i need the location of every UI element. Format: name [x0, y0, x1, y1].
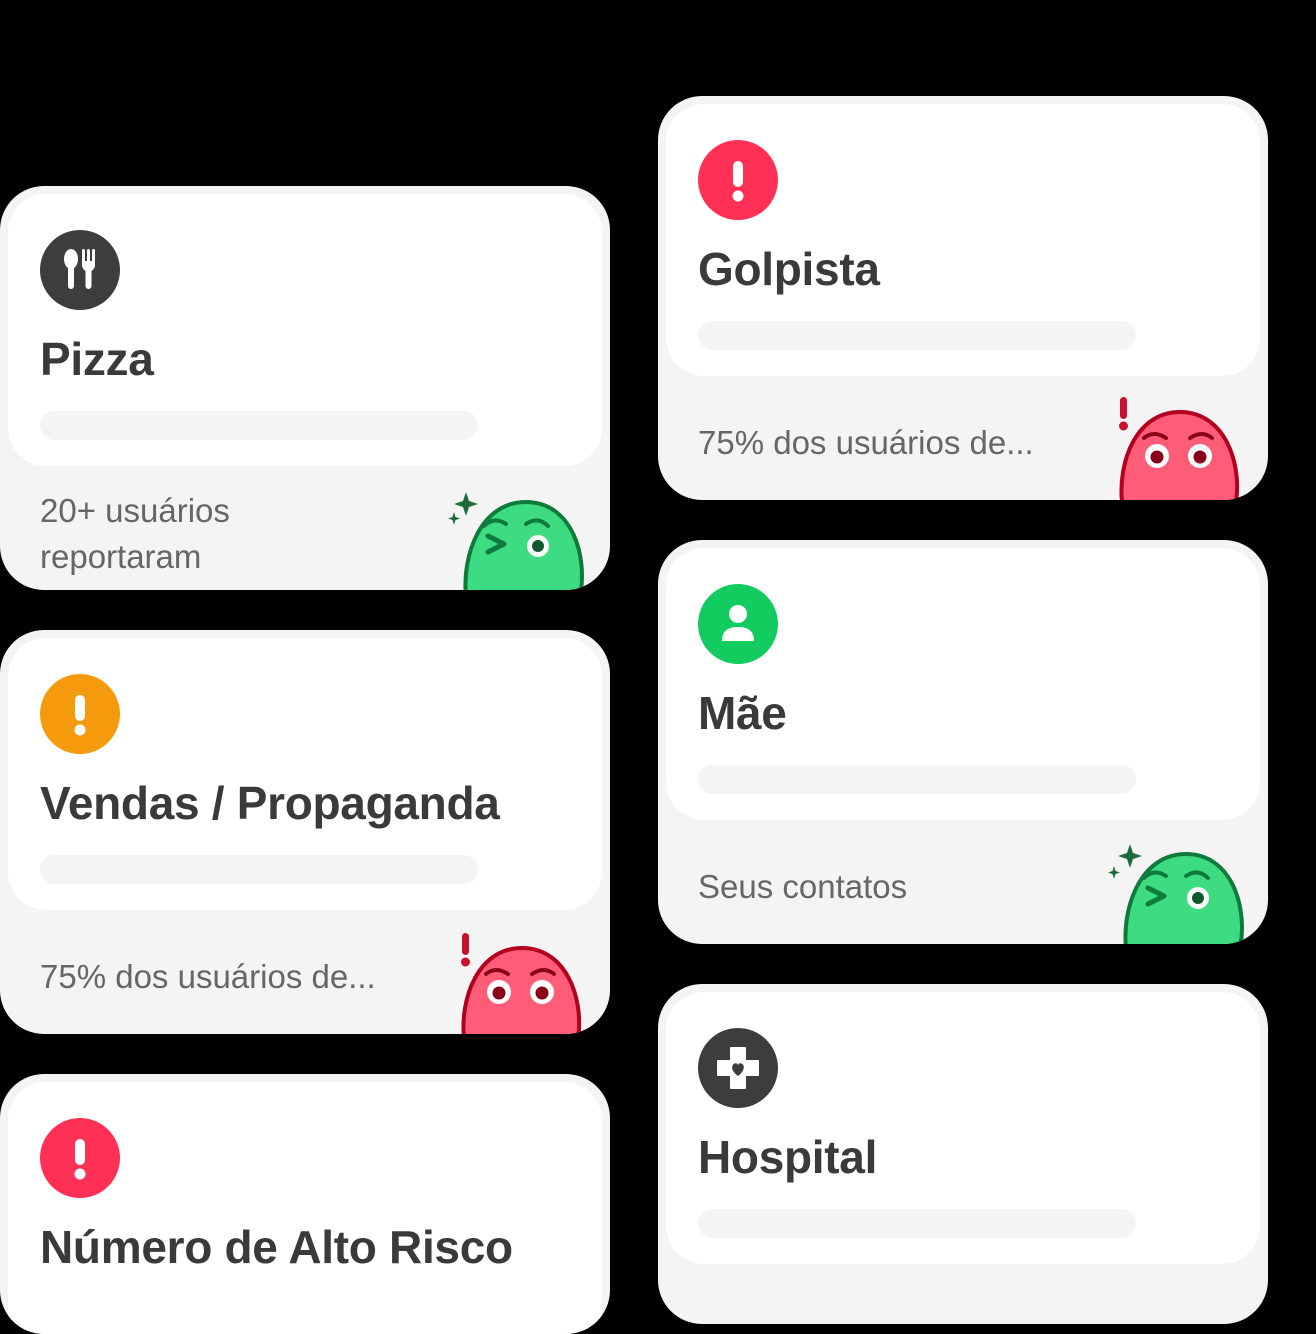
exclamation-icon	[698, 140, 778, 220]
caller-card-alto-risco[interactable]: Número de Alto Risco	[0, 1074, 610, 1334]
card-subtitle: Seus contatos	[698, 868, 908, 905]
card-subtitle: 75% dos usuários de...	[40, 958, 376, 995]
card-title: Vendas / Propaganda	[40, 777, 500, 829]
caller-card-mae[interactable]: Mãe Seus contatos	[658, 540, 1268, 944]
caller-card-pizza[interactable]: Pizza 20+ usuários reportaram	[0, 186, 610, 590]
exclamation-icon	[40, 1118, 120, 1198]
caller-card-vendas-propaganda[interactable]: Vendas / Propaganda 75% dos usuários de.…	[0, 630, 610, 1034]
exclamation-icon	[40, 674, 120, 754]
person-icon	[698, 584, 778, 664]
card-header: Mãe	[666, 548, 1260, 820]
card-title: Mãe	[698, 687, 787, 739]
card-header: Hospital	[666, 992, 1260, 1264]
skeleton-line	[40, 411, 478, 440]
caller-card-hospital[interactable]: Hospital	[658, 984, 1268, 1324]
card-header: Vendas / Propaganda	[8, 638, 602, 910]
card-header: Pizza	[8, 194, 602, 466]
card-title: Golpista	[698, 243, 880, 295]
caller-card-golpista[interactable]: Golpista 75% dos usuários de...	[658, 96, 1268, 500]
red-angry-mascot-icon	[461, 933, 581, 1034]
card-title: Pizza	[40, 333, 154, 385]
card-header: Golpista	[666, 104, 1260, 376]
skeleton-line	[40, 855, 478, 884]
skeleton-line	[698, 765, 1136, 794]
card-title: Número de Alto Risco	[40, 1221, 513, 1273]
green-wink-mascot-icon	[1108, 844, 1244, 944]
card-subtitle: 20+ usuários reportaram	[40, 492, 230, 575]
green-wink-mascot-icon	[448, 492, 584, 590]
red-angry-mascot-icon	[1119, 397, 1239, 500]
fork-knife-icon	[40, 230, 120, 310]
skeleton-line	[698, 321, 1136, 350]
card-header: Número de Alto Risco	[8, 1082, 602, 1334]
card-title: Hospital	[698, 1131, 878, 1183]
medical-cross-icon	[698, 1028, 778, 1108]
card-subtitle: 75% dos usuários de...	[698, 424, 1034, 461]
skeleton-line	[698, 1209, 1136, 1238]
